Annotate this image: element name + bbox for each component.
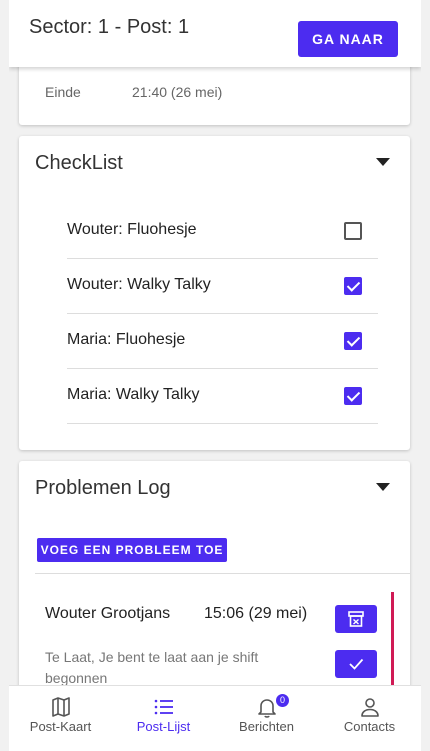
bottom-navigation: Post-Kaart Post-Lijst 0 Berichten Contac… [9, 685, 421, 751]
person-icon [361, 698, 379, 717]
problem-description: Te Laat, Je bent te laat aan je shift be… [45, 649, 259, 686]
problem-reporter: Wouter Grootjans [45, 605, 171, 622]
checklist-checkbox[interactable] [344, 222, 362, 240]
check-icon [349, 658, 364, 670]
checklist-card: CheckList Wouter: Fluohesje Wouter: Walk… [19, 136, 410, 450]
caret-down-icon[interactable] [376, 483, 390, 491]
nav-post-lijst[interactable]: Post-Lijst [112, 686, 215, 751]
divider [35, 573, 410, 574]
nav-label: Post-Kaart [29, 719, 92, 734]
archive-icon [348, 611, 364, 627]
checklist-item-label: Maria: Fluohesje [67, 331, 186, 348]
notification-badge: 0 [276, 694, 289, 707]
nav-berichten[interactable]: 0 Berichten [215, 686, 318, 751]
checklist-item-label: Wouter: Walky Talky [67, 276, 211, 293]
caret-down-icon[interactable] [376, 158, 390, 166]
checklist-checkbox[interactable] [344, 277, 362, 295]
checklist-title: CheckList [35, 152, 123, 174]
add-problem-button[interactable]: VOEG EEN PROBLEEM TOE [37, 538, 227, 562]
map-icon [52, 697, 70, 717]
page-title: Sector: 1 - Post: 1 [29, 16, 190, 38]
problem-time: 15:06 (29 mei) [204, 605, 308, 622]
app-frame: Sector: 1 - Post: 1 Ga naar Einde 21:40 … [9, 0, 421, 751]
checklist-item-label: Maria: Walky Talky [67, 386, 200, 403]
end-value: 21:40 (26 mei) [132, 84, 223, 100]
checklist-item: Wouter: Fluohesje [67, 204, 378, 259]
nav-label: Contacts [343, 719, 396, 734]
goto-button[interactable]: Ga naar [298, 21, 398, 57]
checklist-checkbox[interactable] [344, 387, 362, 405]
resolve-button[interactable] [335, 650, 377, 678]
problem-status-bar [391, 592, 394, 692]
problems-title: Problemen Log [35, 477, 171, 499]
checklist-item: Maria: Fluohesje [67, 314, 378, 369]
checklist-item-label: Wouter: Fluohesje [67, 221, 197, 238]
list-icon [154, 699, 173, 715]
archive-button[interactable] [335, 605, 377, 633]
checklist-item: Wouter: Walky Talky [67, 259, 378, 314]
nav-post-kaart[interactable]: Post-Kaart [9, 686, 112, 751]
nav-contacts[interactable]: Contacts [318, 686, 421, 751]
nav-label: Berichten [239, 719, 294, 734]
top-bar: Sector: 1 - Post: 1 Ga naar [9, 0, 421, 67]
checklist-item: Maria: Walky Talky [67, 369, 378, 424]
nav-label: Post-Lijst [136, 719, 191, 734]
end-label: Einde [45, 84, 81, 100]
checklist-checkbox[interactable] [344, 332, 362, 350]
